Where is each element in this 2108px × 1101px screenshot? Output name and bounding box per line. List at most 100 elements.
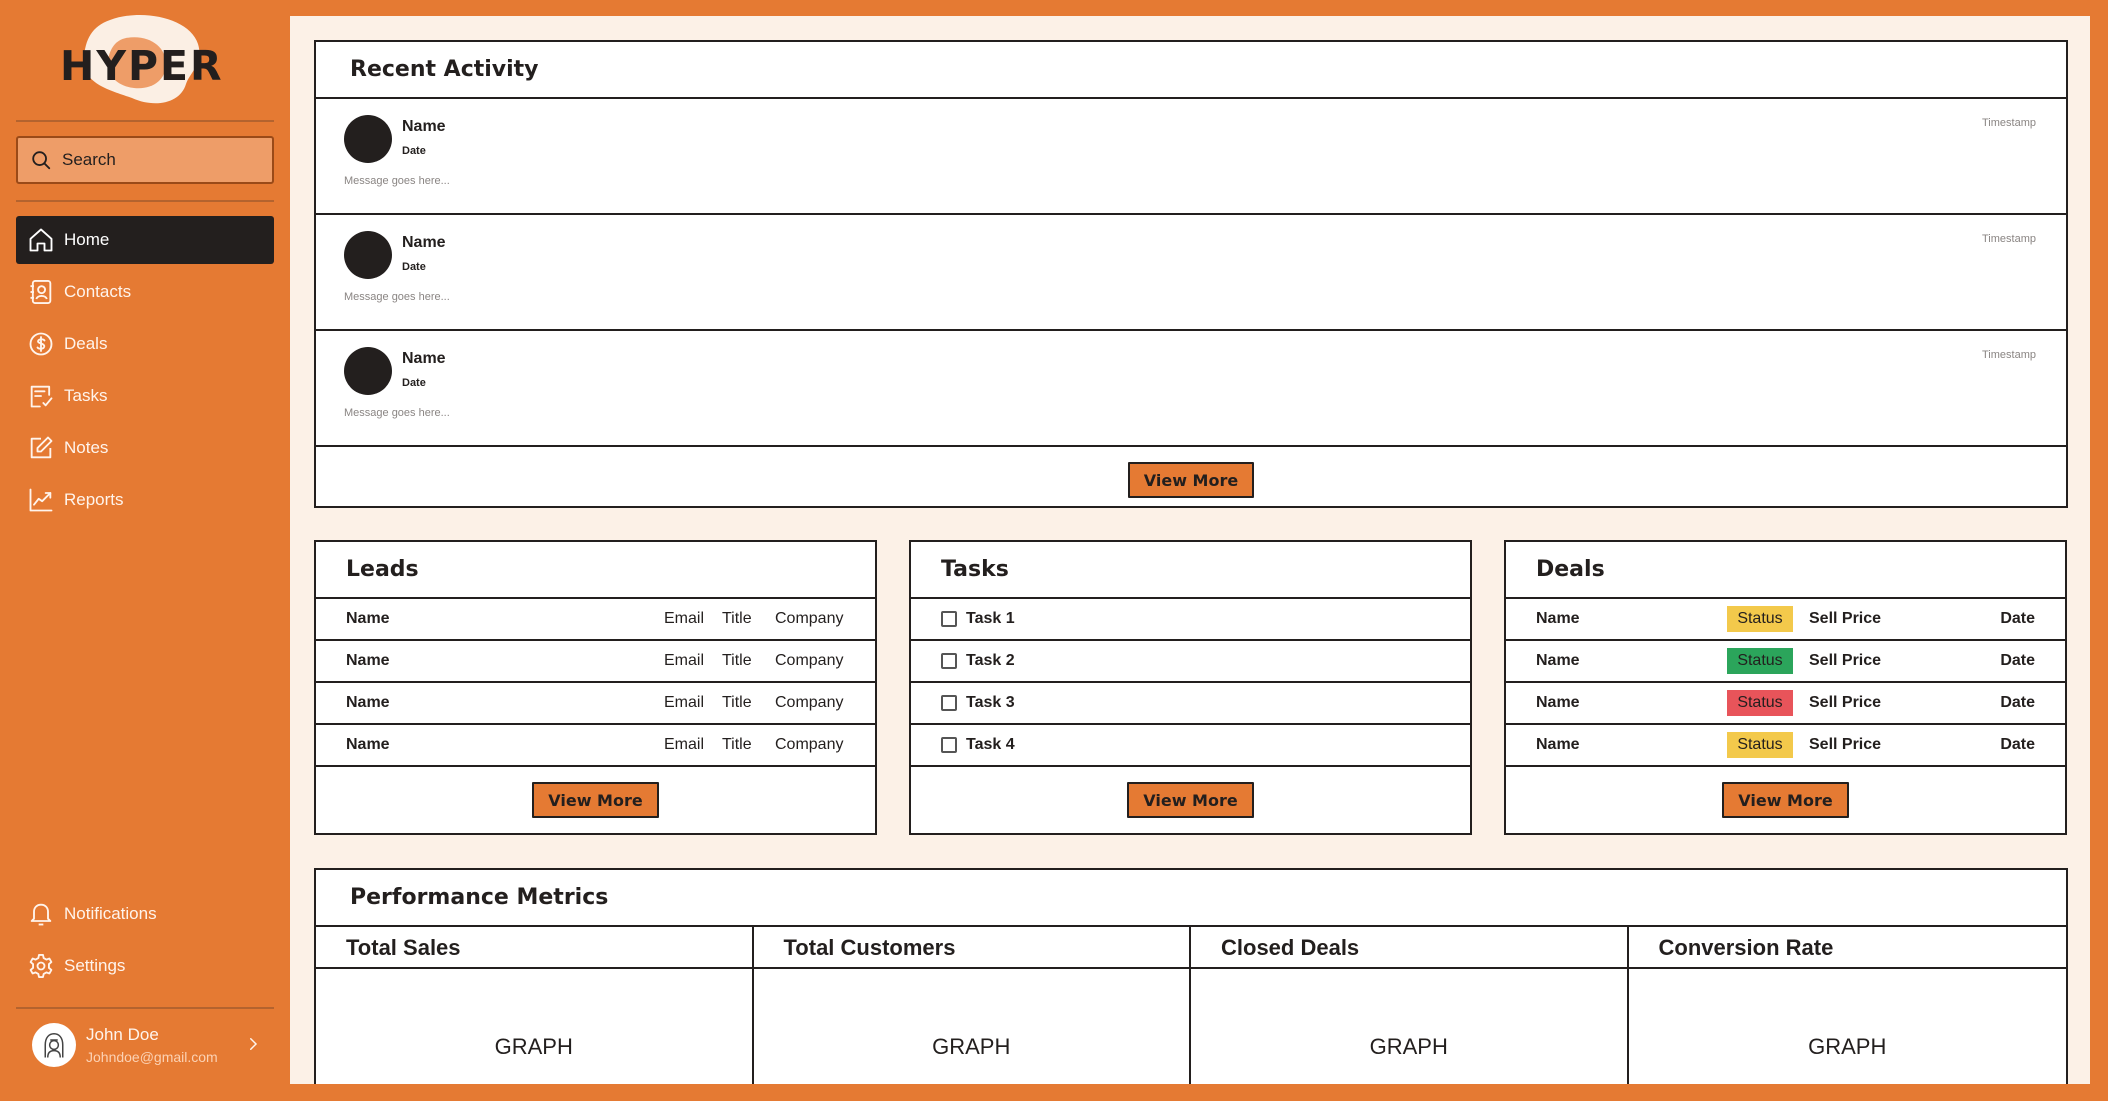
metrics-header-row: Total Sales Total Customers Closed Deals…	[316, 927, 2066, 969]
activity-name: Name	[402, 350, 446, 367]
task-item[interactable]: Task 1	[911, 599, 1470, 641]
task-item[interactable]: Task 3	[911, 683, 1470, 725]
table-row[interactable]: Name Email Title Company	[316, 725, 875, 767]
logo[interactable]: HYPER	[52, 12, 222, 107]
lead-title: Title	[722, 652, 752, 669]
card-title: Deals	[1506, 542, 2065, 599]
deal-name: Name	[1536, 610, 1580, 627]
chart-line-icon	[26, 485, 56, 515]
sidebar-divider	[16, 120, 274, 122]
sidebar-item-label: Notifications	[64, 904, 157, 923]
view-more-deals-button[interactable]: View More	[1722, 782, 1849, 818]
activity-timestamp: Timestamp	[1982, 117, 2036, 129]
avatar	[344, 231, 392, 279]
view-more-leads-button[interactable]: View More	[532, 782, 659, 818]
sidebar-divider	[16, 1007, 274, 1009]
table-row[interactable]: Name Status Sell Price Date	[1506, 641, 2065, 683]
table-row[interactable]: Name Email Title Company	[316, 683, 875, 725]
task-checkbox[interactable]	[941, 695, 957, 711]
lead-email: Email	[664, 694, 705, 711]
sidebar-item-notifications[interactable]: Notifications	[16, 890, 274, 938]
lead-email: Email	[664, 652, 705, 669]
metrics-graph-row: GRAPH GRAPH GRAPH GRAPH	[316, 969, 2066, 1084]
metric-column: Closed Deals	[1191, 927, 1629, 967]
edit-icon	[26, 433, 56, 463]
task-checkbox[interactable]	[941, 611, 957, 627]
graph-placeholder: GRAPH	[754, 969, 1191, 1084]
sidebar-item-home[interactable]: Home	[16, 216, 274, 264]
lead-email: Email	[664, 736, 705, 753]
lead-email: Email	[664, 610, 705, 627]
avatar	[344, 115, 392, 163]
status-badge: Status	[1727, 732, 1793, 758]
avatar	[32, 1023, 76, 1067]
main-content: Recent Activity Name Date Message goes h…	[290, 16, 2090, 1084]
card-title: Recent Activity	[316, 42, 2066, 99]
sidebar-item-tasks[interactable]: Tasks	[16, 372, 274, 420]
home-icon	[26, 225, 56, 255]
sidebar-bottom-nav: Notifications Settings	[16, 890, 274, 994]
deal-price: Sell Price	[1809, 736, 1882, 753]
activity-message: Message goes here...	[344, 407, 450, 419]
sidebar-item-reports[interactable]: Reports	[16, 476, 274, 524]
activity-name: Name	[402, 234, 446, 251]
activity-message: Message goes here...	[344, 291, 450, 303]
card-footer: View More	[316, 767, 875, 833]
sidebar-item-contacts[interactable]: Contacts	[16, 268, 274, 316]
activity-date: Date	[402, 261, 426, 273]
table-row[interactable]: Name Status Sell Price Date	[1506, 683, 2065, 725]
activity-item[interactable]: Name Date Message goes here... Timestamp	[316, 215, 2066, 331]
search-input[interactable]	[62, 150, 252, 170]
graph-placeholder: GRAPH	[316, 969, 754, 1084]
metric-title: Conversion Rate	[1658, 935, 1834, 960]
sidebar-item-settings[interactable]: Settings	[16, 942, 274, 990]
view-more-tasks-button[interactable]: View More	[1127, 782, 1254, 818]
tasks-card: Tasks Task 1 Task 2 Task 3 Task 4 View M…	[909, 540, 1472, 835]
sidebar-item-label: Contacts	[64, 282, 132, 301]
sidebar-item-notes[interactable]: Notes	[16, 424, 274, 472]
table-row[interactable]: Name Status Sell Price Date	[1506, 725, 2065, 767]
deal-name: Name	[1536, 694, 1580, 711]
activity-timestamp: Timestamp	[1982, 349, 2036, 361]
lead-company: Company	[775, 652, 844, 669]
lead-name: Name	[346, 736, 390, 753]
task-checkbox[interactable]	[941, 737, 957, 753]
card-title: Performance Metrics	[316, 870, 2066, 927]
task-item[interactable]: Task 2	[911, 641, 1470, 683]
deal-price: Sell Price	[1809, 694, 1882, 711]
activity-item[interactable]: Name Date Message goes here... Timestamp	[316, 99, 2066, 215]
search-box[interactable]	[16, 136, 274, 184]
table-row[interactable]: Name Status Sell Price Date	[1506, 599, 2065, 641]
recent-activity-card: Recent Activity Name Date Message goes h…	[314, 40, 2068, 508]
task-item[interactable]: Task 4	[911, 725, 1470, 767]
lead-title: Title	[722, 736, 752, 753]
deal-date: Date	[2000, 694, 2035, 711]
table-row[interactable]: Name Email Title Company	[316, 599, 875, 641]
user-name: John Doe	[86, 1025, 159, 1044]
graph-placeholder: GRAPH	[1191, 969, 1629, 1084]
sidebar-item-label: Settings	[64, 956, 126, 975]
table-row[interactable]: Name Email Title Company	[316, 641, 875, 683]
deal-price: Sell Price	[1809, 610, 1882, 627]
lead-title: Title	[722, 694, 752, 711]
dollar-icon	[26, 329, 56, 359]
metric-column: Total Customers	[754, 927, 1191, 967]
task-label: Task 2	[966, 652, 1015, 669]
sidebar-item-label: Tasks	[64, 386, 108, 405]
sidebar: HYPER Home Contacts Deals	[0, 0, 290, 1101]
deal-price: Sell Price	[1809, 652, 1882, 669]
activity-item[interactable]: Name Date Message goes here... Timestamp	[316, 331, 2066, 447]
graph-placeholder: GRAPH	[1808, 1034, 1887, 1059]
view-more-activity-button[interactable]: View More	[1127, 462, 1255, 498]
task-label: Task 1	[966, 610, 1015, 627]
contacts-icon	[26, 277, 56, 307]
status-badge: Status	[1727, 648, 1793, 674]
chevron-right-icon[interactable]	[244, 1035, 262, 1053]
lead-company: Company	[775, 610, 844, 627]
sidebar-item-label: Notes	[64, 438, 109, 457]
leads-card: Leads Name Email Title Company Name Emai…	[314, 540, 877, 835]
user-profile[interactable]: John Doe Johndoe@gmail.com	[16, 1015, 274, 1075]
gear-icon	[26, 951, 56, 981]
sidebar-item-deals[interactable]: Deals	[16, 320, 274, 368]
task-checkbox[interactable]	[941, 653, 957, 669]
